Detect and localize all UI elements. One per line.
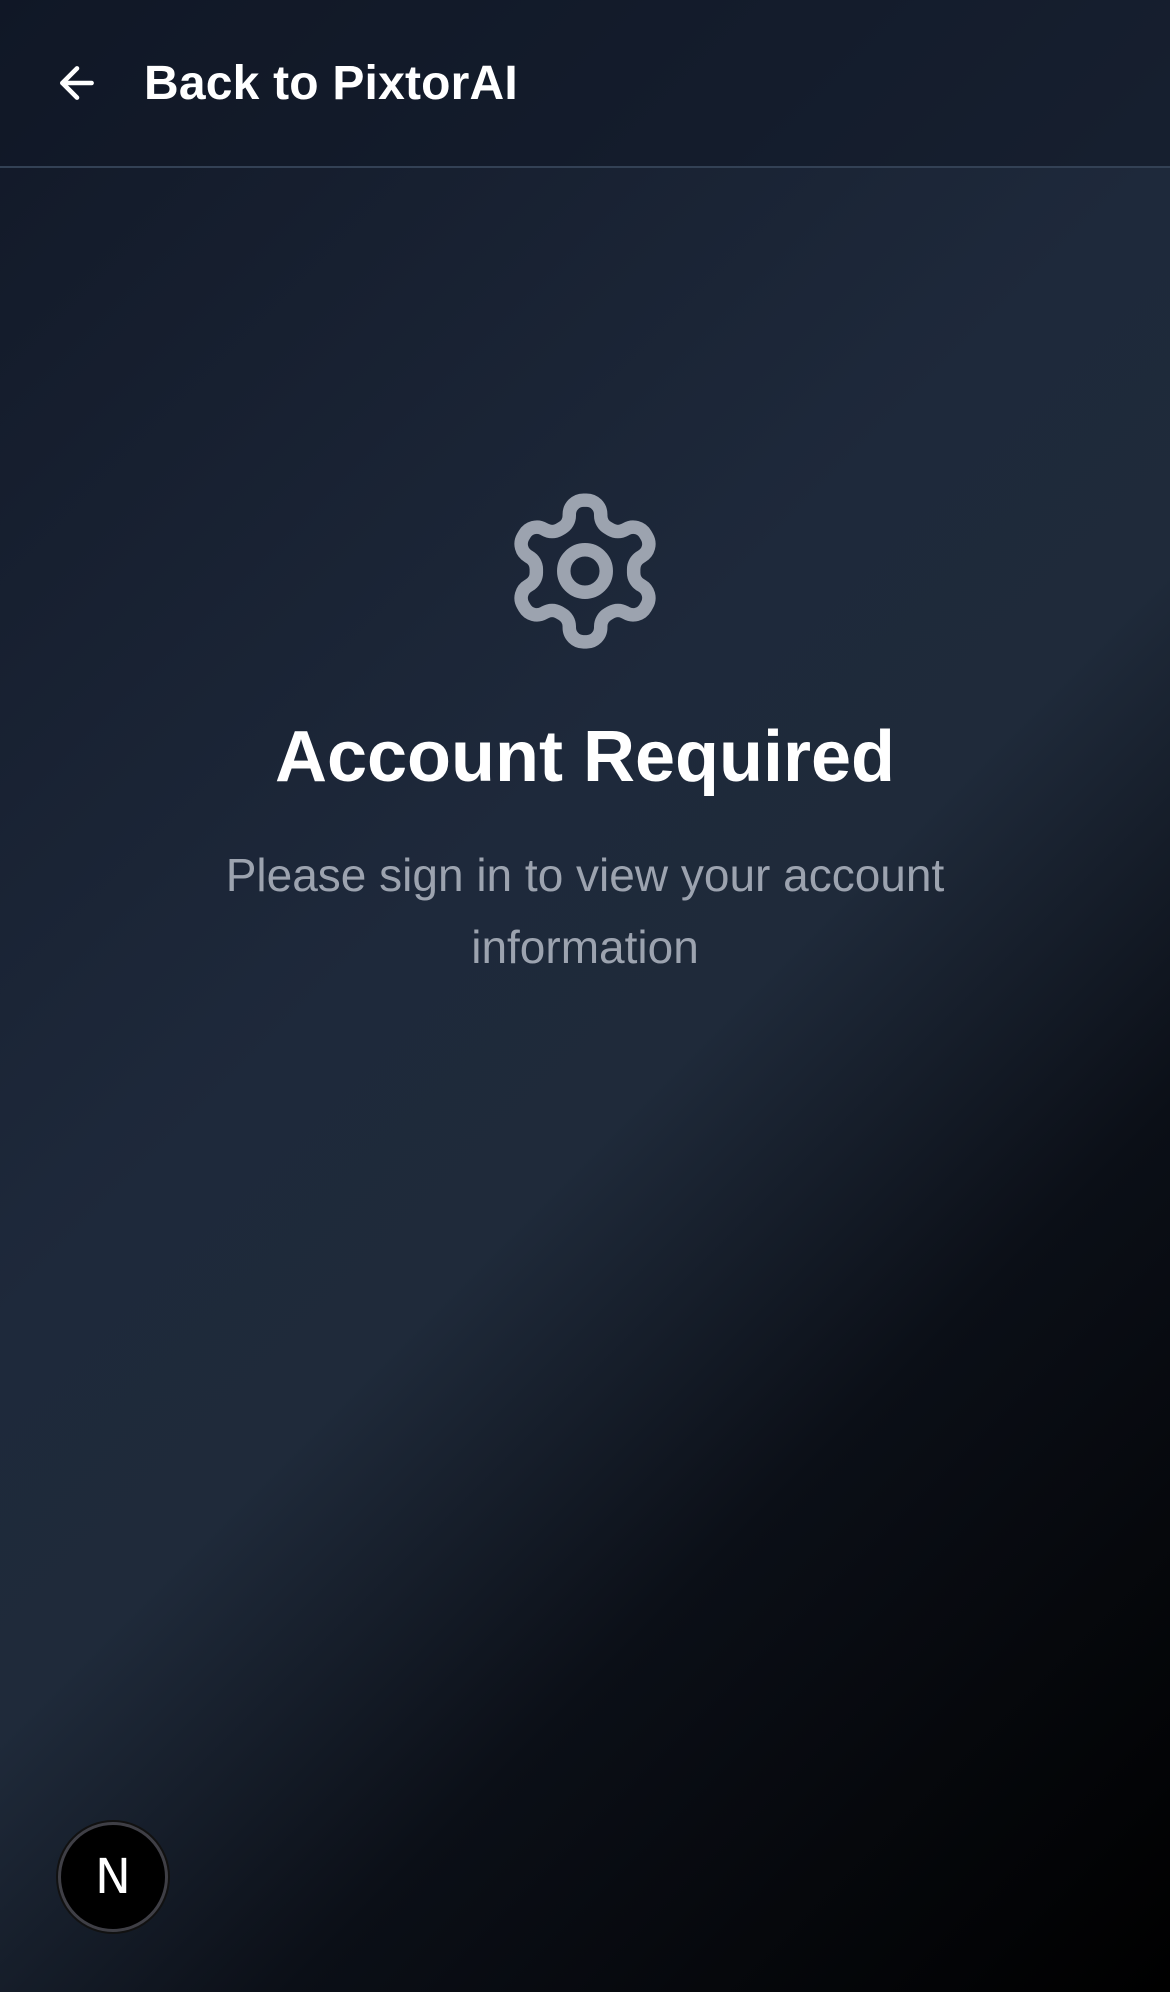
arrow-left-icon <box>60 66 94 100</box>
account-required-panel: Account Required Please sign in to view … <box>0 486 1170 983</box>
gear-icon <box>514 493 656 649</box>
back-label: Back to PixtorAI <box>144 56 518 110</box>
page-title: Account Required <box>274 717 896 797</box>
badge-letter: N <box>95 1849 131 1905</box>
page-subtitle: Please sign in to view your account info… <box>225 849 945 974</box>
back-button[interactable]: Back to PixtorAI <box>52 56 518 111</box>
nextjs-logo-icon[interactable]: N <box>58 1822 168 1932</box>
top-bar: Back to PixtorAI <box>0 0 1170 168</box>
